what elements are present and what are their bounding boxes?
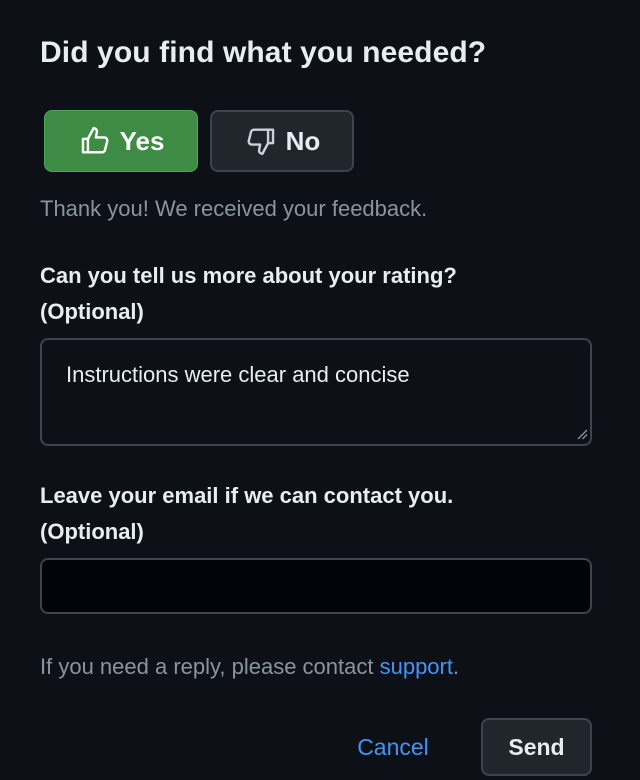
email-label: Leave your email if we can contact you. … [40, 478, 453, 550]
no-button[interactable]: No [210, 110, 354, 172]
email-field[interactable] [40, 558, 592, 614]
email-optional-text: (Optional) [40, 519, 144, 544]
feedback-panel: Did you find what you needed? Yes No Tha… [40, 0, 592, 780]
vote-buttons: Yes No [44, 110, 354, 172]
support-link[interactable]: support [380, 654, 453, 679]
yes-button-label: Yes [119, 125, 165, 156]
email-label-text: Leave your email if we can contact you. [40, 483, 454, 508]
reply-note: If you need a reply, please contact supp… [40, 654, 459, 680]
more-info-label: Can you tell us more about your rating? … [40, 258, 457, 330]
feedback-title: Did you find what you needed? [40, 36, 487, 69]
no-button-label: No [285, 125, 321, 156]
thumbs-up-icon [78, 124, 112, 158]
resize-grip-icon[interactable] [576, 428, 588, 440]
more-info-optional-text: (Optional) [40, 299, 144, 324]
more-info-label-text: Can you tell us more about your rating? [40, 263, 457, 288]
send-button[interactable]: Send [481, 718, 592, 776]
yes-button[interactable]: Yes [44, 110, 198, 172]
thumbs-down-icon [244, 124, 278, 158]
more-info-textarea[interactable]: Instructions were clear and concise [40, 338, 592, 446]
thank-you-message: Thank you! We received your feedback. [40, 196, 428, 221]
cancel-button[interactable]: Cancel [338, 718, 448, 776]
reply-note-period: . [452, 654, 460, 679]
reply-note-text: If you need a reply, please contact [40, 654, 380, 679]
